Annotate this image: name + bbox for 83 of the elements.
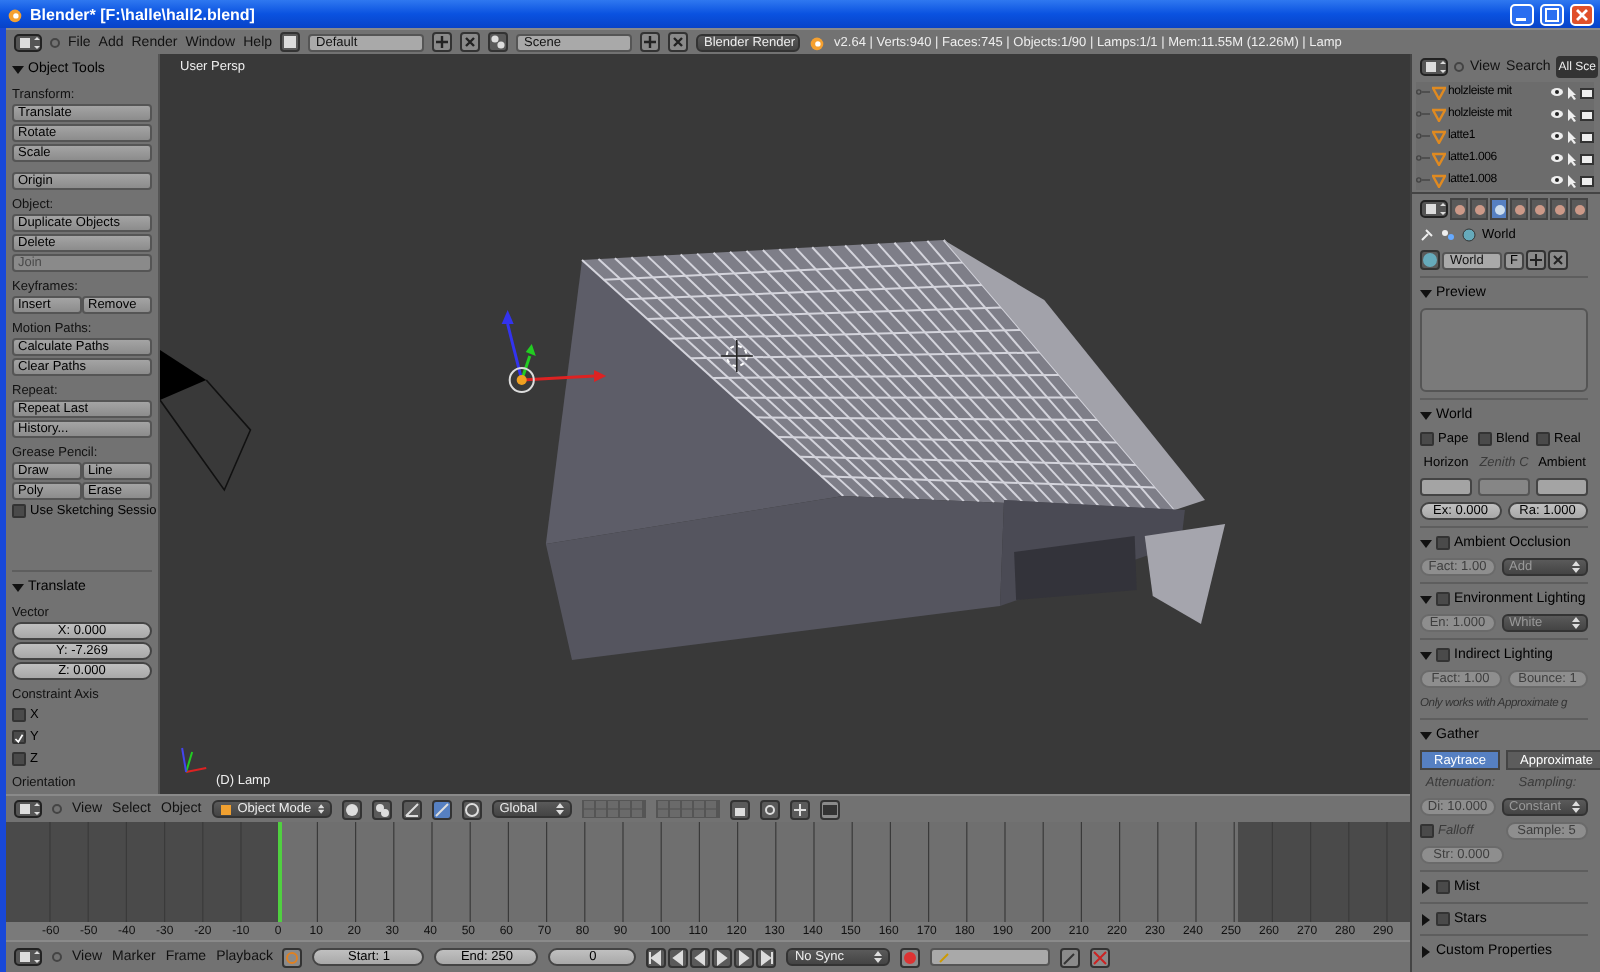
context-tab[interactable] — [1570, 198, 1588, 220]
context-tab[interactable] — [1530, 198, 1548, 220]
expand-triangle-icon[interactable] — [1420, 409, 1432, 421]
close-button[interactable] — [1570, 3, 1594, 25]
updown-arrows-icon — [1572, 560, 1580, 574]
expand-triangle-icon[interactable] — [1420, 729, 1432, 741]
checkbox[interactable] — [1436, 648, 1450, 662]
context-tab[interactable] — [1470, 198, 1488, 220]
checkbox[interactable] — [1436, 536, 1450, 550]
close-icon[interactable] — [668, 32, 689, 52]
expand-triangle-icon[interactable] — [1420, 649, 1432, 661]
close-icon[interactable] — [1547, 250, 1568, 270]
editor-type-icon[interactable] — [14, 948, 42, 966]
rotate-icon[interactable] — [461, 799, 482, 819]
updown-arrows-icon — [317, 802, 324, 816]
add-icon[interactable] — [640, 32, 661, 52]
app-logo-icon — [6, 5, 24, 23]
eye-icon[interactable] — [1550, 130, 1564, 142]
color-swatch[interactable] — [1536, 478, 1588, 496]
jump-end-icon[interactable] — [756, 947, 777, 967]
cube-icon — [219, 803, 232, 815]
render-icon[interactable] — [819, 799, 840, 819]
editor-type-icon[interactable] — [1420, 58, 1448, 76]
add-icon[interactable] — [432, 32, 453, 52]
editor-type-icon[interactable] — [14, 33, 42, 51]
app-logo-icon — [808, 33, 827, 51]
context-tab[interactable] — [1490, 198, 1508, 220]
checkbox[interactable] — [1436, 880, 1450, 894]
context-tab[interactable] — [1550, 198, 1568, 220]
scene-icon[interactable] — [488, 32, 509, 52]
cursor-icon — [719, 339, 754, 373]
jump-start-icon[interactable] — [646, 947, 667, 967]
record-icon[interactable] — [900, 947, 921, 967]
updown-arrows-icon — [874, 950, 883, 964]
scene-icon — [1440, 228, 1456, 242]
shading-sphere-icon[interactable] — [341, 799, 362, 819]
editor-type-icon[interactable] — [1420, 200, 1448, 218]
eye-icon[interactable] — [1550, 174, 1564, 186]
expand-triangle-icon[interactable] — [1420, 593, 1432, 605]
collapse-dot-icon[interactable] — [1454, 62, 1464, 72]
axis-gizmo-icon — [181, 747, 208, 773]
manipulator-icon[interactable] — [401, 799, 422, 819]
play-reverse-icon[interactable] — [690, 947, 711, 967]
world-icon[interactable] — [1420, 250, 1440, 270]
expand-triangle-icon[interactable] — [1420, 881, 1432, 893]
expand-triangle-icon[interactable] — [12, 581, 24, 593]
collapse-dot-icon[interactable] — [52, 804, 62, 814]
keying-set-field[interactable] — [930, 948, 1051, 966]
close-icon[interactable] — [460, 32, 481, 52]
check-icon — [14, 731, 24, 745]
camera-drawing — [160, 350, 252, 492]
maximize-button[interactable] — [1540, 3, 1564, 25]
expand-triangle-icon[interactable] — [1420, 913, 1432, 925]
next-key-icon[interactable] — [734, 947, 755, 967]
previous-key-icon[interactable] — [668, 947, 689, 967]
updown-arrows-icon — [555, 802, 564, 816]
color-swatch[interactable] — [1420, 478, 1472, 496]
pin-icon[interactable] — [1420, 228, 1434, 242]
editor-type-icon[interactable] — [14, 800, 42, 818]
layout-icon[interactable] — [280, 32, 301, 52]
window-title: Blender* [F:\halle\hall2.blend] — [30, 5, 257, 23]
minimize-button[interactable] — [1510, 3, 1534, 25]
eye-icon[interactable] — [1550, 152, 1564, 164]
remove-key-icon[interactable] — [1090, 947, 1111, 967]
eye-icon[interactable] — [1550, 108, 1564, 120]
checkbox[interactable] — [1436, 592, 1450, 606]
expand-triangle-icon[interactable] — [12, 63, 24, 75]
expand-triangle-icon[interactable] — [1420, 287, 1432, 299]
checkbox[interactable] — [1436, 912, 1450, 926]
collapse-dot-icon[interactable] — [50, 37, 60, 47]
world-icon — [1462, 228, 1476, 242]
context-tab[interactable] — [1450, 198, 1468, 220]
collapse-dot-icon[interactable] — [52, 952, 62, 962]
updown-arrows-icon — [1572, 616, 1580, 630]
context-tab[interactable] — [1510, 198, 1528, 220]
updown-arrows-icon — [1572, 800, 1580, 814]
pivot-icon[interactable] — [371, 799, 392, 819]
eye-icon[interactable] — [1550, 86, 1564, 98]
expand-triangle-icon[interactable] — [1420, 945, 1432, 957]
add-icon[interactable] — [1525, 250, 1546, 270]
play-icon[interactable] — [712, 947, 733, 967]
expand-triangle-icon[interactable] — [1420, 537, 1432, 549]
transform-gizmo-icon — [501, 310, 607, 393]
